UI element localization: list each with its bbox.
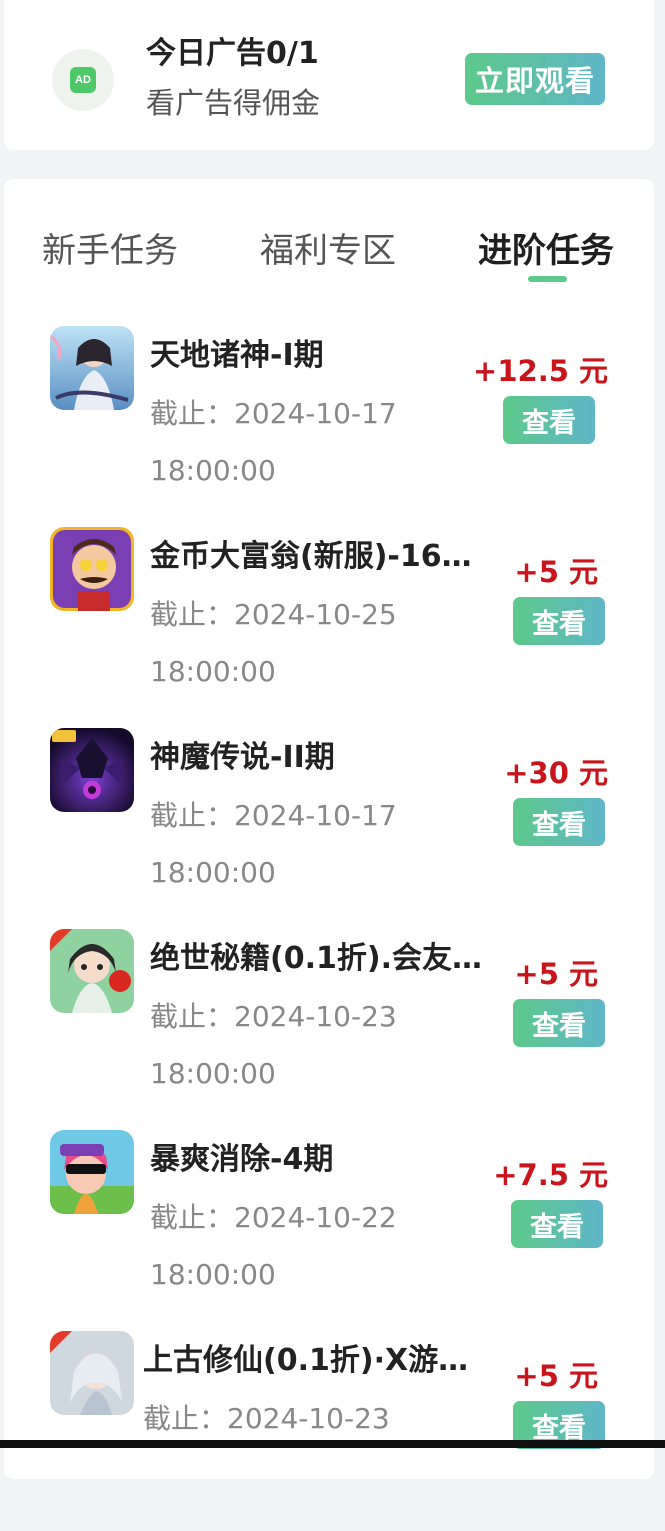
task-item[interactable]: 暴爽消除-4期 截止：2024-10-22 18:00:00 +7.5 元 查看 [4,1130,654,1330]
task-item[interactable]: 金币大富翁(新服)-168期 截止：2024-10-25 18:00:00 +5… [4,527,654,727]
task-title: 金币大富翁(新服)-168期 [150,539,485,574]
task-title: 神魔传说-II期 [150,740,335,775]
task-title: 天地诸神-I期 [150,338,324,373]
view-button[interactable]: 查看 [511,1200,603,1248]
tasks-card: 新手任务 福利专区 进阶任务 天地诸神-I期 截止：2024-10-17 18:… [4,179,654,1479]
bottom-edge [0,1440,665,1448]
task-title: 暴爽消除-4期 [150,1142,334,1177]
game-icon-tiandi [50,326,134,410]
task-reward: +7.5 元 [493,1158,608,1192]
view-button[interactable]: 查看 [513,597,605,645]
tab-beginner-tasks[interactable]: 新手任务 [42,223,178,272]
task-item[interactable]: 神魔传说-II期 截止：2024-10-17 18:00:00 +30 元 查看 [4,728,654,928]
task-reward: +5 元 [514,1359,598,1393]
tab-advanced-tasks[interactable]: 进阶任务 [478,223,614,272]
ad-card: AD 今日广告0/1 看广告得佣金 立即观看 [4,0,654,150]
task-title: 上古修仙(0.1折)·X游戏... [143,1343,478,1378]
task-item[interactable]: 上古修仙(0.1折)·X游戏... 截止：2024-10-23 +5 元 查看 [4,1331,654,1531]
task-deadline: 截止：2024-10-23 [143,1402,390,1435]
game-icon-jueshi [50,929,134,1013]
tab-welfare-zone[interactable]: 福利专区 [260,223,396,272]
game-icon-shenmo [50,728,134,812]
ad-icon: AD [70,67,96,93]
ad-subtitle: 看广告得佣金 [146,86,321,120]
game-icon-baoshuang [50,1130,134,1214]
view-button[interactable]: 查看 [513,999,605,1047]
task-item[interactable]: 绝世秘籍(0.1折).会友-... 截止：2024-10-23 18:00:00… [4,929,654,1129]
task-reward: +5 元 [514,957,598,991]
active-tab-indicator [528,276,567,282]
game-icon-shanggu [50,1331,134,1415]
task-deadline: 截止：2024-10-17 18:00:00 [150,397,397,487]
task-reward: +12.5 元 [473,354,608,388]
ad-icon-badge: AD [52,49,114,111]
task-deadline: 截止：2024-10-22 18:00:00 [150,1201,397,1291]
task-deadline: 截止：2024-10-25 18:00:00 [150,598,397,688]
task-reward: +5 元 [514,555,598,589]
watch-now-button[interactable]: 立即观看 [465,53,605,105]
task-deadline: 截止：2024-10-17 18:00:00 [150,799,397,889]
view-button[interactable]: 查看 [513,798,605,846]
task-title: 绝世秘籍(0.1折).会友-... [150,941,485,976]
task-item[interactable]: 天地诸神-I期 截止：2024-10-17 18:00:00 +12.5 元 查… [4,326,654,526]
task-reward: +30 元 [504,756,608,790]
view-button[interactable]: 查看 [503,396,595,444]
ad-title: 今日广告0/1 [146,36,319,71]
game-icon-jinbi [50,527,134,611]
task-deadline: 截止：2024-10-23 18:00:00 [150,1000,397,1090]
task-tabs: 新手任务 福利专区 进阶任务 [4,179,654,289]
